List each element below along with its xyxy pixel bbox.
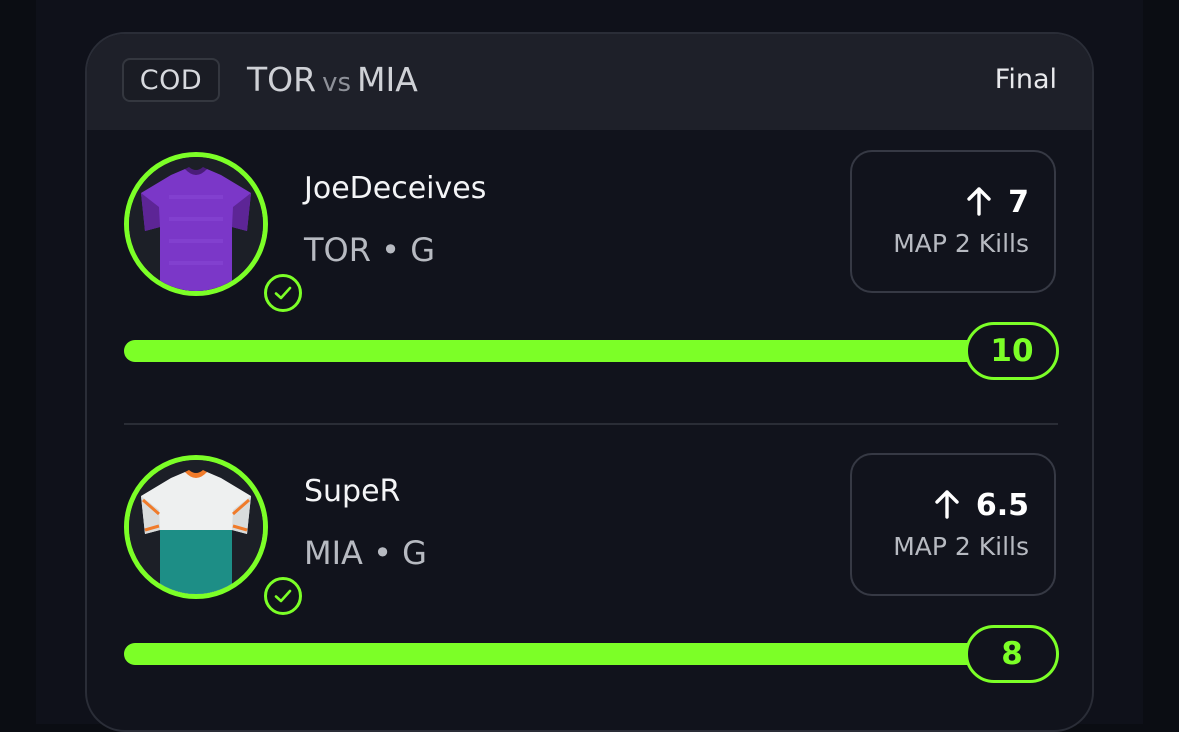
player-row[interactable]: JoeDeceives TOR • G 7 MAP 2 Kills 10	[87, 130, 1092, 390]
result-pill: 8	[965, 625, 1059, 683]
game-chip: COD	[122, 58, 220, 102]
arrow-up-icon	[935, 490, 959, 519]
purple-jersey-icon	[129, 157, 263, 291]
arrow-up-icon	[967, 187, 991, 216]
teal-white-jersey-icon	[129, 460, 263, 594]
progress-track	[124, 643, 1058, 665]
projection-line: 6.5	[934, 487, 1029, 525]
player-team-position: TOR • G	[304, 231, 435, 269]
verified-badge	[264, 274, 302, 312]
home-team: TOR	[247, 60, 317, 99]
projection-value: 7	[1008, 185, 1029, 220]
projection-value: 6.5	[975, 488, 1029, 523]
match-card[interactable]: COD TORvsMIA Final JoeDeceives TOR • G	[85, 32, 1094, 732]
player-row[interactable]: SupeR MIA • G 6.5 MAP 2 Kills 8	[87, 433, 1092, 693]
vs-label: vs	[322, 68, 351, 98]
matchup-title: TOR vs MIA	[247, 58, 418, 102]
projection-line: 7	[966, 184, 1029, 222]
row-divider	[124, 423, 1058, 425]
player-name: JoeDeceives	[304, 171, 487, 206]
player-avatar	[124, 455, 302, 615]
player-name: SupeR	[304, 474, 401, 509]
projection-box[interactable]: 7 MAP 2 Kills	[850, 150, 1056, 293]
check-icon	[274, 589, 292, 603]
progress-fill	[124, 340, 1058, 362]
player-avatar	[124, 152, 302, 312]
match-status: Final	[994, 64, 1057, 95]
progress-track	[124, 340, 1058, 362]
projection-stat: MAP 2 Kills	[893, 229, 1029, 258]
card-header: COD TOR vs MIA Final	[87, 34, 1092, 130]
progress-fill	[124, 643, 1058, 665]
projection-box[interactable]: 6.5 MAP 2 Kills	[850, 453, 1056, 596]
projection-stat: MAP 2 Kills	[893, 532, 1029, 561]
away-team: MIA	[357, 60, 418, 99]
player-team-position: MIA • G	[304, 534, 427, 572]
verified-badge	[264, 577, 302, 615]
result-pill: 10	[965, 322, 1059, 380]
check-icon	[274, 286, 292, 300]
